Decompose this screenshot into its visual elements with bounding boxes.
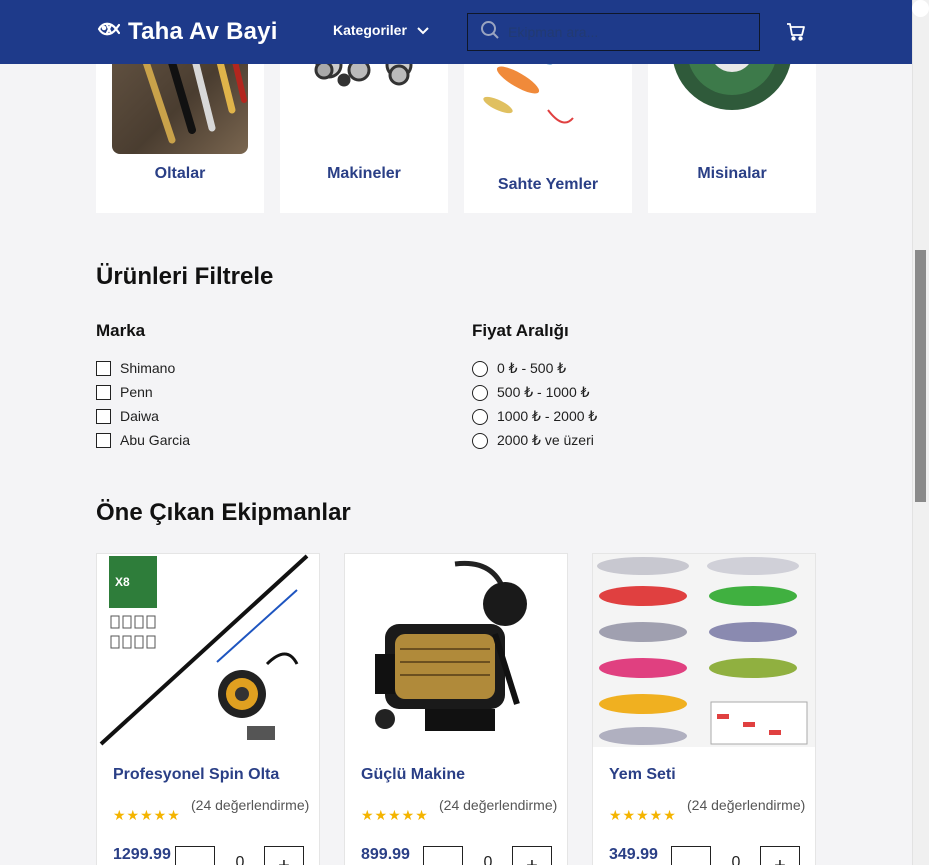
price-radio-0-500[interactable]: 0 ₺ - 500 ₺ xyxy=(472,360,566,377)
quantity-decrease-button[interactable] xyxy=(175,846,215,865)
radio-label: 500 ₺ - 1000 ₺ xyxy=(497,384,590,400)
brand-checkbox-abu-garcia[interactable]: Abu Garcia xyxy=(96,432,190,448)
rating-stars: ★★★★★ xyxy=(609,807,677,823)
price-radio-2000-plus[interactable]: 2000 ₺ ve üzeri xyxy=(472,432,594,449)
checkbox[interactable] xyxy=(96,384,111,400)
radio-label: 0 ₺ - 500 ₺ xyxy=(497,360,567,376)
product-card-yem-seti: Yem Seti ★★★★★ (24 değerlendirme) 349.99… xyxy=(592,553,816,865)
price-filter-heading: Fiyat Aralığı xyxy=(472,321,569,340)
checkbox[interactable] xyxy=(96,432,111,448)
product-image[interactable]: X8 xyxy=(97,554,319,747)
radio-label: 2000 ₺ ve üzeri xyxy=(497,432,594,448)
review-count: (24 değerlendirme) xyxy=(191,797,310,813)
search-input[interactable] xyxy=(508,24,738,40)
checkbox-label: Penn xyxy=(120,384,153,400)
category-label: Makineler xyxy=(327,165,401,182)
checkbox-label: Abu Garcia xyxy=(120,432,191,448)
product-price: 1299.99 xyxy=(113,846,171,863)
price-radio-500-1000[interactable]: 500 ₺ - 1000 ₺ xyxy=(472,384,590,401)
search-bar xyxy=(467,13,760,51)
brand-name: Taha Av Bayi xyxy=(128,17,278,45)
radio-button[interactable] xyxy=(472,360,488,377)
quantity-increase-button[interactable]: + xyxy=(512,846,552,865)
product-price: 899.99 xyxy=(361,846,410,863)
category-label: Misinalar xyxy=(697,165,767,182)
quantity-value: 0 xyxy=(483,854,493,865)
review-count: (24 değerlendirme) xyxy=(687,797,806,813)
quantity-value: 0 xyxy=(235,854,245,865)
product-image[interactable] xyxy=(593,554,815,747)
cart-icon xyxy=(786,23,806,46)
featured-section-title: Öne Çıkan Ekipmanlar xyxy=(96,499,351,526)
scrollbar-thumb[interactable] xyxy=(915,250,926,502)
fish-logo-icon xyxy=(96,17,121,46)
product-image[interactable] xyxy=(345,554,567,747)
filter-section-title: Ürünleri Filtrele xyxy=(96,263,274,290)
radio-button[interactable] xyxy=(472,408,488,425)
quantity-decrease-button[interactable] xyxy=(671,846,711,865)
checkbox[interactable] xyxy=(96,360,111,376)
product-title[interactable]: Güçlü Makine xyxy=(361,766,465,784)
radio-button[interactable] xyxy=(472,432,488,449)
quantity-value: 0 xyxy=(731,854,741,865)
category-label: Sahte Yemler xyxy=(497,176,599,193)
quantity-decrease-button[interactable] xyxy=(423,846,463,865)
checkbox-label: Shimano xyxy=(120,360,176,376)
checkbox[interactable] xyxy=(96,408,111,424)
quantity-increase-button[interactable]: + xyxy=(760,846,800,865)
svg-text:X8: X8 xyxy=(115,575,130,589)
rating-stars: ★★★★★ xyxy=(113,807,181,823)
profile-indicator xyxy=(912,0,929,17)
brand-checkbox-penn[interactable]: Penn xyxy=(96,384,153,400)
rating-stars: ★★★★★ xyxy=(361,807,429,823)
search-icon xyxy=(480,20,500,45)
product-card-guclu-makine: Güçlü Makine ★★★★★ (24 değerlendirme) 89… xyxy=(344,553,568,865)
checkbox-label: Daiwa xyxy=(120,408,159,424)
brand-filter-heading: Marka xyxy=(96,321,146,340)
product-price: 349.99 xyxy=(609,846,658,863)
category-label: Oltalar xyxy=(154,165,206,182)
review-count: (24 değerlendirme) xyxy=(439,797,558,813)
product-title[interactable]: Yem Seti xyxy=(609,766,676,784)
product-card-spin-olta: X8 Profesyonel Spin Olta ★★★★★ (24 değer… xyxy=(96,553,320,865)
brand-checkbox-daiwa[interactable]: Daiwa xyxy=(96,408,159,424)
top-header: Taha Av Bayi Kategoriler xyxy=(0,0,912,64)
quantity-increase-button[interactable]: + xyxy=(264,846,304,865)
product-title[interactable]: Profesyonel Spin Olta xyxy=(113,766,279,784)
chevron-down-icon xyxy=(417,22,429,38)
cart-button[interactable] xyxy=(786,22,806,47)
nav-categories-label: Kategoriler xyxy=(333,22,407,38)
radio-button[interactable] xyxy=(472,384,488,401)
nav-categories-dropdown[interactable]: Kategoriler xyxy=(333,22,429,38)
radio-label: 1000 ₺ - 2000 ₺ xyxy=(497,408,598,424)
price-radio-1000-2000[interactable]: 1000 ₺ - 2000 ₺ xyxy=(472,408,597,425)
brand-checkbox-shimano[interactable]: Shimano xyxy=(96,360,175,376)
brand-logo[interactable]: Taha Av Bayi xyxy=(96,17,278,46)
